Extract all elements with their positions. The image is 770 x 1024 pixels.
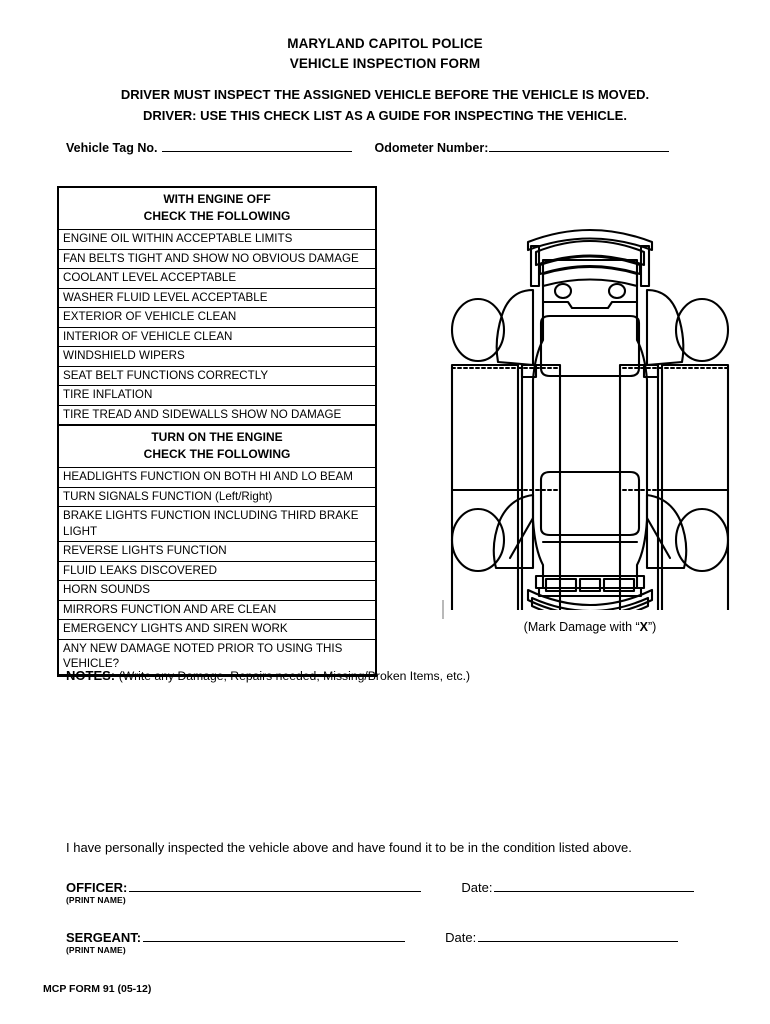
checklist-item[interactable]: SEAT BELT FUNCTIONS CORRECTLY (59, 365, 375, 386)
table-row[interactable]: TIRE INFLATION (59, 385, 375, 406)
officer-name-input[interactable] (129, 879, 422, 892)
checklist-item[interactable]: MIRRORS FUNCTION AND ARE CLEAN (59, 599, 375, 620)
form-number-footer: MCP FORM 91 (05-12) (43, 983, 152, 995)
fender-rear-left (495, 288, 535, 367)
sergeant-print-name-hint: (PRINT NAME) (66, 945, 126, 955)
instruction-line-1: DRIVER MUST INSPECT THE ASSIGNED VEHICLE… (120, 87, 650, 102)
officer-date-input[interactable] (494, 879, 695, 892)
attestation-statement: I have personally inspected the vehicle … (66, 840, 632, 855)
checklist-item[interactable]: INTERIOR OF VEHICLE CLEAN (59, 326, 375, 347)
notes-label: NOTES (66, 668, 111, 683)
table-row[interactable]: FAN BELTS TIGHT AND SHOW NO OBVIOUS DAMA… (59, 248, 375, 269)
section-1-heading-line-1: WITH ENGINE OFF (163, 192, 271, 206)
diagram-caption: (Mark Damage with “X”) (440, 620, 740, 634)
section-2-heading-line-1: TURN ON THE ENGINE (151, 430, 283, 444)
rear-spoiler-assembly (526, 228, 654, 288)
diagram-caption-mark: X (639, 620, 648, 634)
table-row[interactable]: TIRE TREAD AND SIDEWALLS SHOW NO DAMAGE (59, 404, 375, 426)
checklist-item[interactable]: HORN SOUNDS (59, 580, 375, 601)
section-1-heading-line-2: CHECK THE FOLLOWING (143, 209, 291, 223)
checklist-item[interactable]: FAN BELTS TIGHT AND SHOW NO OBVIOUS DAMA… (59, 248, 375, 269)
instruction-line-2: DRIVER: USE THIS CHECK LIST AS A GUIDE F… (143, 108, 627, 123)
diagram-caption-suffix: ”) (648, 620, 657, 634)
checklist-item[interactable]: TIRE TREAD AND SIDEWALLS SHOW NO DAMAGE (59, 404, 375, 426)
table-row[interactable]: HEADLIGHTS FUNCTION ON BOTH HI AND LO BE… (59, 467, 375, 488)
checklist-item[interactable]: FLUID LEAKS DISCOVERED (59, 560, 375, 581)
sergeant-signature-row: SERGEANT: Date: (66, 929, 706, 945)
checklist-table: WITH ENGINE OFF CHECK THE FOLLOWING ENGI… (59, 188, 375, 675)
officer-label: OFFICER: (66, 880, 128, 895)
wheel-rear-right (674, 297, 730, 363)
notes-hint: (Write any Damage, Repairs needed, Missi… (118, 669, 471, 683)
roof-panel (535, 380, 645, 520)
section-2-heading-line-2: CHECK THE FOLLOWING (143, 447, 291, 461)
car-top-view-diagram[interactable] (440, 190, 740, 610)
sergeant-date-input[interactable] (478, 929, 679, 942)
table-row[interactable]: MIRRORS FUNCTION AND ARE CLEAN (59, 599, 375, 620)
odometer-label: Odometer Number: (374, 141, 489, 155)
officer-date-label: Date: (461, 880, 493, 895)
table-row[interactable]: WINDSHIELD WIPERS (59, 346, 375, 367)
wheel-front-right (674, 507, 730, 573)
checklist-item[interactable]: HEADLIGHTS FUNCTION ON BOTH HI AND LO BE… (59, 467, 375, 488)
left-side-panel-outer (450, 363, 520, 610)
checklist-item[interactable]: EXTERIOR OF VEHICLE CLEAN (59, 307, 375, 328)
checklist-item[interactable]: TURN SIGNALS FUNCTION (Left/Right) (59, 486, 375, 507)
notes-section: NOTES: (Write any Damage, Repairs needed… (66, 668, 470, 683)
vehicle-identity-row: Vehicle Tag No. Odometer Number: (66, 140, 670, 155)
rear-trunk-seam (541, 300, 639, 310)
table-row[interactable]: FLUID LEAKS DISCOVERED (59, 560, 375, 581)
inspection-checklist: WITH ENGINE OFF CHECK THE FOLLOWING ENGI… (57, 186, 377, 677)
checklist-item[interactable]: TIRE INFLATION (59, 385, 375, 406)
wheel-front-left (450, 507, 506, 573)
front-windshield (539, 470, 641, 537)
odometer-input[interactable] (489, 140, 670, 152)
front-bumper-assembly (526, 574, 654, 610)
page-title-line-2: VEHICLE INSPECTION FORM (289, 56, 481, 71)
sergeant-date-label: Date: (445, 930, 477, 945)
vehicle-tag-label: Vehicle Tag No. (66, 141, 158, 155)
vehicle-tag-input[interactable] (162, 140, 353, 152)
table-row[interactable]: EXTERIOR OF VEHICLE CLEAN (59, 307, 375, 328)
table-row[interactable]: HORN SOUNDS (59, 580, 375, 601)
rear-lights (553, 282, 627, 300)
page-title-line-1: MARYLAND CAPITOL POLICE (287, 36, 483, 51)
car-body-outline (531, 258, 649, 590)
sergeant-label: SERGEANT: (66, 930, 142, 945)
table-row[interactable]: ENGINE OIL WITHIN ACCEPTABLE LIMITS (59, 229, 375, 250)
table-row[interactable]: INTERIOR OF VEHICLE CLEAN (59, 326, 375, 347)
checklist-section-header-engine-on: TURN ON THE ENGINE CHECK THE FOLLOWING (59, 424, 375, 468)
table-row[interactable]: WASHER FLUID LEVEL ACCEPTABLE (59, 287, 375, 308)
checklist-body: WITH ENGINE OFF CHECK THE FOLLOWING ENGI… (59, 188, 375, 675)
table-row[interactable]: TURN SIGNALS FUNCTION (Left/Right) (59, 486, 375, 507)
table-row[interactable]: SEAT BELT FUNCTIONS CORRECTLY (59, 365, 375, 386)
checklist-item[interactable]: EMERGENCY LIGHTS AND SIREN WORK (59, 619, 375, 640)
checklist-item[interactable]: COOLANT LEVEL ACCEPTABLE (59, 268, 375, 289)
form-title-block: MARYLAND CAPITOL POLICE VEHICLE INSPECTI… (0, 34, 770, 74)
notes-separator: : (110, 668, 119, 683)
vehicle-inspection-form-page: MARYLAND CAPITOL POLICE VEHICLE INSPECTI… (0, 0, 770, 1024)
instructions-block: DRIVER MUST INSPECT THE ASSIGNED VEHICLE… (0, 84, 770, 126)
table-row[interactable]: EMERGENCY LIGHTS AND SIREN WORK (59, 619, 375, 640)
checklist-section-header-engine-off: WITH ENGINE OFF CHECK THE FOLLOWING (59, 188, 375, 230)
table-row[interactable]: BRAKE LIGHTS FUNCTION INCLUDING THIRD BR… (59, 506, 375, 542)
table-row[interactable]: REVERSE LIGHTS FUNCTION (59, 541, 375, 562)
fender-rear-right (645, 288, 685, 367)
checklist-item[interactable]: REVERSE LIGHTS FUNCTION (59, 541, 375, 562)
checklist-item[interactable]: WINDSHIELD WIPERS (59, 346, 375, 367)
wheel-rear-left (450, 297, 506, 363)
table-row[interactable]: COOLANT LEVEL ACCEPTABLE (59, 268, 375, 289)
officer-print-name-hint: (PRINT NAME) (66, 895, 126, 905)
officer-signature-row: OFFICER: Date: (66, 879, 706, 895)
checklist-item[interactable]: WASHER FLUID LEVEL ACCEPTABLE (59, 287, 375, 308)
checklist-item[interactable]: ENGINE OIL WITHIN ACCEPTABLE LIMITS (59, 229, 375, 250)
text-caret-artifact (442, 600, 444, 619)
wheels (450, 297, 730, 573)
right-side-panel-outer (660, 363, 730, 610)
sergeant-name-input[interactable] (143, 929, 406, 942)
checklist-item[interactable]: BRAKE LIGHTS FUNCTION INCLUDING THIRD BR… (59, 506, 375, 542)
diagram-caption-prefix: (Mark Damage with “ (523, 620, 640, 634)
